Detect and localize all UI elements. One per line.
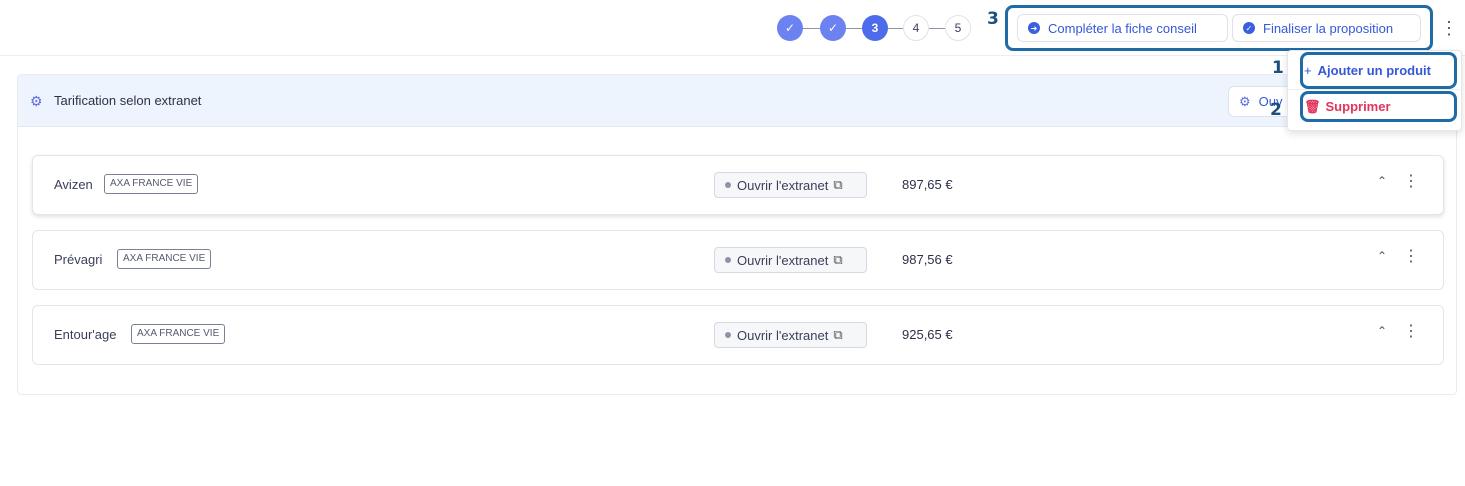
insurer-tag: AXA FRANCE VIE [131,324,226,344]
open-extranet-button[interactable]: Ouvrir l'extranet ⧉ [714,172,867,198]
network-icon: ⚙ [30,93,43,109]
product-price: 987,56 € [902,252,953,267]
row-more-options-icon[interactable]: ⋮ [1403,246,1419,266]
annotation-number-1: 1 [1272,58,1284,78]
external-link-icon: ⧉ [833,177,843,192]
open-extranet-label: Ouvrir l'extranet [737,252,829,268]
step-connector [929,28,945,29]
step-3-current[interactable]: 3 [862,15,888,41]
complete-advice-sheet-button[interactable]: ➜ Compléter la fiche conseil [1017,14,1228,42]
product-name: Entour'age [54,327,117,342]
open-extranet-label: Ouvrir l'extranet [737,327,829,343]
external-link-icon: ⧉ [833,252,843,267]
step-number: 4 [912,21,920,35]
pricing-panel: ⚙ Tarification selon extranet ⚙ Ouv Aviz… [17,74,1457,395]
open-extranet-button[interactable]: Ouvrir l'extranet ⧉ [714,322,867,348]
product-row-avizen[interactable]: Avizen AXA FRANCE VIE Ouvrir l'extranet … [32,155,1444,215]
step-number: 3 [871,21,879,35]
step-number: 5 [954,21,962,35]
step-2-done[interactable]: ✓ [820,15,846,41]
annotation-box-delete [1300,91,1457,122]
insurer-tag: AXA FRANCE VIE [117,249,212,269]
check-icon: ✓ [827,21,839,35]
annotation-number-2: 2 [1270,100,1282,120]
panel-header: ⚙ Tarification selon extranet ⚙ Ouv [18,75,1456,127]
chevron-up-icon[interactable]: ⌃ [1377,174,1387,188]
product-row-entourage[interactable]: Entour'age AXA FRANCE VIE Ouvrir l'extra… [32,305,1444,365]
check-circle-icon: ✓ [1243,22,1255,34]
row-more-options-icon[interactable]: ⋮ [1403,321,1419,341]
chevron-up-icon[interactable]: ⌃ [1377,249,1387,263]
complete-advice-sheet-label: Compléter la fiche conseil [1048,20,1197,36]
finalize-proposal-label: Finaliser la proposition [1263,20,1394,36]
insurer-tag: AXA FRANCE VIE [104,174,199,194]
chevron-up-icon[interactable]: ⌃ [1377,324,1387,338]
status-dot-icon [725,332,731,338]
more-options-icon[interactable]: ⋮ [1440,16,1458,40]
annotation-number-3: 3 [987,9,999,29]
arrow-right-circle-icon: ➜ [1028,22,1040,34]
panel-title: Tarification selon extranet [54,93,202,108]
menu-divider [1288,89,1461,90]
external-link-icon: ⧉ [833,327,843,342]
step-1-done[interactable]: ✓ [777,15,803,41]
row-more-options-icon[interactable]: ⋮ [1403,171,1419,191]
open-extranet-button[interactable]: Ouvrir l'extranet ⧉ [714,247,867,273]
annotation-box-add-product [1300,52,1457,89]
product-name: Prévagri [54,252,103,267]
open-extranet-label: Ouvrir l'extranet [737,177,829,193]
network-icon: ⚙ [1239,93,1251,109]
step-connector [803,28,820,29]
top-bar: ✓ ✓ 3 4 5 3 ➜ Compléter la fiche conseil… [0,0,1465,56]
status-dot-icon [725,257,731,263]
step-4[interactable]: 4 [903,15,929,41]
status-dot-icon [725,182,731,188]
product-name: Avizen [54,177,93,192]
step-connector [846,28,862,29]
product-row-prevagri[interactable]: Prévagri AXA FRANCE VIE Ouvrir l'extrane… [32,230,1444,290]
finalize-proposal-button[interactable]: ✓ Finaliser la proposition [1232,14,1421,42]
step-5[interactable]: 5 [945,15,971,41]
product-price: 897,65 € [902,177,953,192]
check-icon: ✓ [784,21,796,35]
step-connector [888,28,903,29]
product-price: 925,65 € [902,327,953,342]
